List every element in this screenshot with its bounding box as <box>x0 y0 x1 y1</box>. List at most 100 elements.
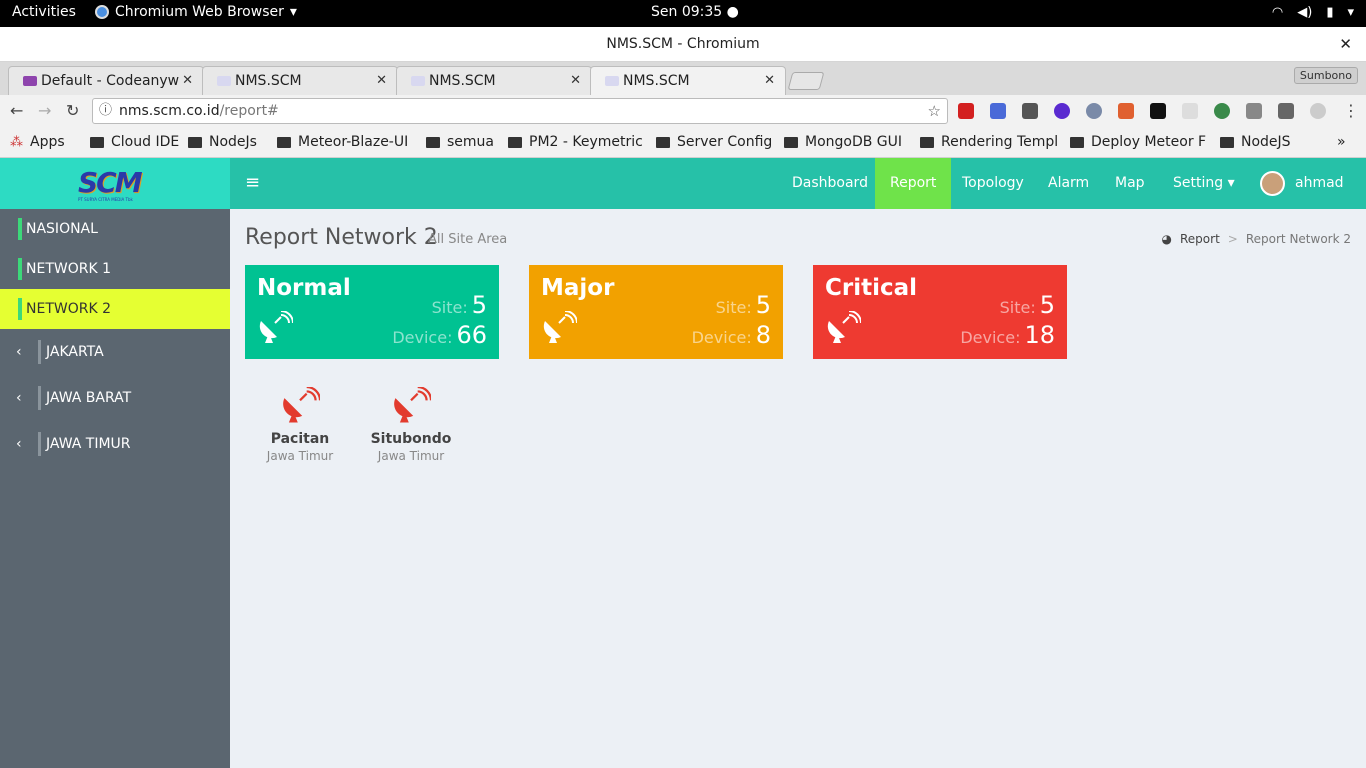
bookmark-label: Deploy Meteor F <box>1091 134 1207 150</box>
sidebar: SCM PT SURYA CITRA MEDIA Tbk NASIONAL NE… <box>0 158 230 768</box>
breadcrumb-root[interactable]: Report <box>1180 232 1220 246</box>
profile-button[interactable]: Sumbono <box>1293 67 1358 84</box>
tab-label: Default - Codeanyw <box>41 73 180 89</box>
extension-icon[interactable] <box>1150 103 1166 119</box>
folder-icon <box>656 136 670 148</box>
browser-tab-codeanywhere[interactable]: Default - Codeanyw ✕ <box>8 66 204 95</box>
nav-report[interactable]: Report <box>875 158 952 209</box>
bookmark-apps[interactable]: ⁂ Apps <box>10 134 65 150</box>
extension-icon[interactable] <box>1246 103 1262 119</box>
sidebar-item-jakarta[interactable]: ‹ JAKARTA <box>0 329 230 375</box>
globe-icon[interactable] <box>1086 103 1102 119</box>
activities-button[interactable]: Activities <box>12 4 76 20</box>
adblock-icon[interactable] <box>958 103 974 119</box>
chevron-left-icon: ‹ <box>16 436 22 452</box>
site-count: 5 <box>471 291 487 319</box>
nav-setting-dropdown[interactable]: Setting ▾ <box>1158 158 1250 209</box>
nav-topology[interactable]: Topology <box>947 158 1039 209</box>
sidebar-item-network-1[interactable]: NETWORK 1 <box>0 249 230 289</box>
bookmark-item[interactable]: Deploy Meteor F <box>1070 134 1206 150</box>
extension-icon[interactable] <box>1118 103 1134 119</box>
new-tab-button[interactable] <box>787 72 825 90</box>
wifi-icon: ◠ <box>1271 5 1284 20</box>
tab-close-icon[interactable]: ✕ <box>182 73 193 88</box>
tab-close-icon[interactable]: ✕ <box>570 73 581 88</box>
bookmark-label: NodeJs <box>209 134 257 150</box>
back-icon[interactable]: ← <box>10 101 23 120</box>
nav-alarm[interactable]: Alarm <box>1033 158 1104 209</box>
status-indicator <box>18 298 22 320</box>
bookmark-item[interactable]: MongoDB GUI <box>784 134 902 150</box>
bookmark-item[interactable]: Cloud IDE <box>90 134 179 150</box>
window-title: NMS.SCM - Chromium <box>606 36 760 52</box>
hamburger-menu-icon[interactable]: ≡ <box>245 172 260 193</box>
search-icon[interactable] <box>1310 103 1326 119</box>
extension-icon[interactable] <box>1022 103 1038 119</box>
bookmark-label: Cloud IDE <box>111 134 180 150</box>
site-count: 5 <box>755 291 771 319</box>
bookmarks-overflow-button[interactable]: » <box>1337 134 1346 150</box>
folder-icon <box>188 136 202 148</box>
chevron-left-icon: ‹ <box>16 344 22 360</box>
site-tile-pacitan[interactable]: Pacitan Jawa Timur <box>255 387 345 463</box>
browser-tab-nms-2[interactable]: NMS.SCM ✕ <box>396 66 592 95</box>
apps-grid-icon: ⁂ <box>10 134 23 150</box>
site-region: Jawa Timur <box>377 449 445 463</box>
menu-kebab-icon[interactable]: ⋮ <box>1343 101 1359 120</box>
bookmark-item[interactable]: semua <box>426 134 494 150</box>
bookmark-item[interactable]: Server Config <box>656 134 772 150</box>
extension-icon[interactable] <box>1278 103 1294 119</box>
bookmark-item[interactable]: NodeJs <box>188 134 257 150</box>
reload-icon[interactable]: ↻ <box>66 101 79 120</box>
info-icon[interactable]: ⓘ <box>99 99 112 123</box>
system-tray[interactable]: ◠ ◀) ▮ ▾ <box>1272 5 1354 20</box>
tab-close-icon[interactable]: ✕ <box>764 73 775 88</box>
app-menu[interactable]: Chromium Web Browser ▾ <box>95 4 297 20</box>
site-name: Pacitan <box>270 431 330 447</box>
status-card-critical[interactable]: Critical Site: 5 Device: 18 <box>813 265 1067 359</box>
site-count-row: Site: 5 <box>1000 291 1055 319</box>
status-indicator <box>18 218 22 240</box>
bookmark-item[interactable]: Meteor-Blaze-UI <box>277 134 408 150</box>
folder-icon <box>784 136 798 148</box>
sidebar-item-label: JAWA BARAT <box>46 390 132 406</box>
sidebar-item-label: NETWORK 2 <box>26 301 111 317</box>
window-close-button[interactable]: ✕ <box>1339 27 1352 62</box>
extension-icon[interactable] <box>1182 103 1198 119</box>
sidebar-item-jawa-timur[interactable]: ‹ JAWA TIMUR <box>0 421 230 467</box>
address-bar[interactable]: ⓘ nms.scm.co.id/report# ☆ <box>92 98 948 124</box>
breadcrumb-current: Report Network 2 <box>1245 232 1351 246</box>
status-indicator <box>18 258 22 280</box>
sidebar-item-label: JAWA TIMUR <box>46 436 131 452</box>
divider <box>38 432 41 456</box>
sidebar-item-jawa-barat[interactable]: ‹ JAWA BARAT <box>0 375 230 421</box>
bookmark-item[interactable]: Rendering Templ <box>920 134 1058 150</box>
bookmark-item[interactable]: NodeJS <box>1220 134 1291 150</box>
site-tile-situbondo[interactable]: Situbondo Jawa Timur <box>366 387 456 463</box>
sidebar-item-network-2[interactable]: NETWORK 2 <box>0 289 230 329</box>
tab-close-icon[interactable]: ✕ <box>376 73 387 88</box>
extension-icon[interactable] <box>1214 103 1230 119</box>
translate-icon[interactable] <box>990 103 1006 119</box>
status-card-major[interactable]: Major Site: 5 Device: 8 <box>529 265 783 359</box>
bookmark-star-icon[interactable]: ☆ <box>928 99 941 123</box>
status-card-normal[interactable]: Normal Site: 5 Device: 66 <box>245 265 499 359</box>
bookmarks-bar: ⁂ Apps Cloud IDE NodeJs Meteor-Blaze-UI s… <box>0 127 1366 158</box>
scm-logo[interactable]: SCM <box>78 166 143 199</box>
card-title: Major <box>541 275 615 301</box>
user-name[interactable]: ahmad <box>1280 158 1359 209</box>
folder-icon <box>508 136 522 148</box>
forward-icon[interactable]: → <box>38 101 51 120</box>
site-name: Situbondo <box>370 431 452 447</box>
sidebar-item-nasional[interactable]: NASIONAL <box>0 209 230 249</box>
nav-dashboard[interactable]: Dashboard <box>777 158 883 209</box>
browser-tab-nms-3[interactable]: NMS.SCM ✕ <box>590 66 786 95</box>
kiwi-extension-icon[interactable] <box>1054 103 1070 119</box>
browser-tab-nms-1[interactable]: NMS.SCM ✕ <box>202 66 398 95</box>
clock[interactable]: Sen 09:35 ● <box>651 4 739 20</box>
bookmark-item[interactable]: PM2 - Keymetric <box>508 134 643 150</box>
app-menu-label: Chromium Web Browser <box>115 4 284 20</box>
scm-favicon-icon <box>605 76 619 86</box>
logo-area: SCM PT SURYA CITRA MEDIA Tbk <box>0 158 230 209</box>
nav-map[interactable]: Map <box>1100 158 1160 209</box>
